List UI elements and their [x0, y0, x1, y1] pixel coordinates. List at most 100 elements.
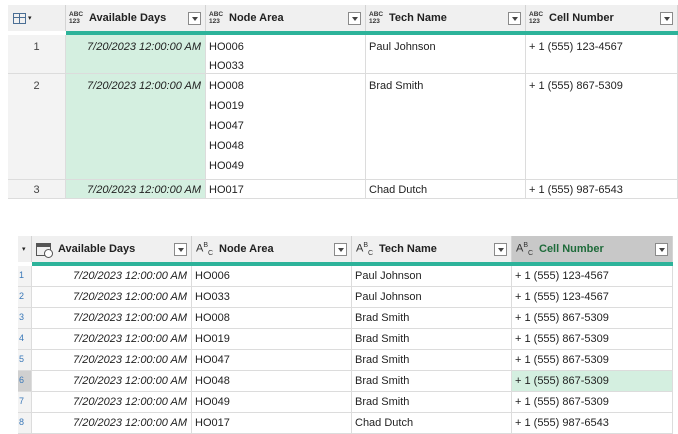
table-cell-tech[interactable]: Brad Smith	[352, 308, 512, 329]
table-menu-icon[interactable]	[13, 12, 26, 24]
table-cell-node[interactable]: HO047	[192, 350, 352, 371]
row-number-header[interactable]: ▾	[18, 236, 32, 262]
node-value: HO047	[209, 120, 244, 132]
column-header-available-days[interactable]: Available Days	[32, 236, 192, 262]
top-data-grid: ▾ ABC 123 Available Days ABC 123 Node Ar…	[8, 5, 678, 199]
filter-dropdown-icon[interactable]	[188, 11, 201, 25]
node-value: HO008	[209, 80, 244, 92]
table-cell-tech[interactable]: Chad Dutch	[366, 180, 526, 199]
row-number-header[interactable]: ▾	[8, 5, 66, 31]
row-number[interactable]: 4	[18, 329, 32, 350]
table-cell-node[interactable]: HO049	[192, 392, 352, 413]
table-cell-phone[interactable]: + 1 (555) 867-5309	[512, 329, 673, 350]
table-cell-phone[interactable]: + 1 (555) 123-4567	[526, 35, 678, 74]
table-cell-phone[interactable]: + 1 (555) 867-5309	[512, 392, 673, 413]
column-label: Available Days	[89, 12, 167, 24]
node-value: HO048	[209, 140, 244, 152]
column-label: Available Days	[58, 243, 136, 255]
table-cell-tech[interactable]: Chad Dutch	[352, 413, 512, 434]
table-cell-tech[interactable]: Brad Smith	[366, 74, 526, 180]
row-number[interactable]: 2	[18, 287, 32, 308]
column-header-tech-name[interactable]: ABC Tech Name	[352, 236, 512, 262]
table-cell-node[interactable]: HO008	[192, 308, 352, 329]
column-header-available-days[interactable]: ABC 123 Available Days	[66, 5, 206, 31]
table-cell-date[interactable]: 7/20/2023 12:00:00 AM	[32, 308, 192, 329]
node-value: HO019	[209, 100, 244, 112]
text-type-icon[interactable]: ABC	[516, 242, 536, 257]
table-cell-node[interactable]: HO048	[192, 371, 352, 392]
table-cell-node[interactable]: HO017	[192, 413, 352, 434]
text-type-icon[interactable]: ABC	[356, 242, 376, 257]
any-type-icon[interactable]: ABC 123	[69, 11, 86, 25]
table-cell-date[interactable]: 7/20/2023 12:00:00 AM	[66, 180, 206, 199]
column-label: Node Area	[229, 12, 284, 24]
table-cell-phone[interactable]: + 1 (555) 123-4567	[512, 287, 673, 308]
column-header-cell-number[interactable]: ABC 123 Cell Number	[526, 5, 678, 31]
column-label: Tech Name	[389, 12, 447, 24]
any-type-icon[interactable]: ABC 123	[209, 11, 226, 25]
row-number[interactable]: 1	[8, 35, 66, 74]
table-cell-tech[interactable]: Paul Johnson	[352, 287, 512, 308]
table-cell-tech[interactable]: Paul Johnson	[366, 35, 526, 74]
filter-dropdown-icon[interactable]	[494, 242, 507, 256]
bottom-data-grid: ▾ Available Days ABC Node Area ABC Tech …	[18, 236, 673, 434]
table-cell-date[interactable]: 7/20/2023 12:00:00 AM	[32, 329, 192, 350]
table-cell-node[interactable]: HO019	[192, 329, 352, 350]
row-number[interactable]: 7	[18, 392, 32, 413]
table-cell-phone[interactable]: + 1 (555) 987-6543	[526, 180, 678, 199]
node-value: HO049	[209, 160, 244, 172]
row-number[interactable]: 1	[18, 266, 32, 287]
filter-dropdown-icon[interactable]	[660, 11, 673, 25]
column-header-node-area[interactable]: ABC Node Area	[192, 236, 352, 262]
table-cell-date[interactable]: 7/20/2023 12:00:00 AM	[66, 35, 206, 74]
text-type-icon[interactable]: ABC	[196, 242, 216, 257]
filter-dropdown-icon[interactable]	[348, 11, 361, 25]
row-number[interactable]: 5	[18, 350, 32, 371]
chevron-down-icon[interactable]: ▾	[22, 245, 26, 253]
any-type-icon[interactable]: ABC 123	[529, 11, 546, 25]
table-cell-node-list[interactable]: HO006 HO033	[206, 35, 366, 74]
row-number[interactable]: 3	[18, 308, 32, 329]
chevron-down-icon[interactable]: ▾	[28, 14, 32, 22]
filter-dropdown-icon[interactable]	[334, 242, 347, 256]
column-header-tech-name[interactable]: ABC 123 Tech Name	[366, 5, 526, 31]
table-cell-phone[interactable]: + 1 (555) 867-5309	[512, 371, 673, 392]
column-label: Node Area	[219, 243, 274, 255]
filter-dropdown-icon[interactable]	[508, 11, 521, 25]
table-cell-node-list[interactable]: HO008 HO019 HO047 HO048 HO049	[206, 74, 366, 180]
table-cell-date[interactable]: 7/20/2023 12:00:00 AM	[32, 392, 192, 413]
row-number[interactable]: 8	[18, 413, 32, 434]
table-cell-date[interactable]: 7/20/2023 12:00:00 AM	[32, 371, 192, 392]
table-cell-node[interactable]: HO033	[192, 287, 352, 308]
table-cell-tech[interactable]: Paul Johnson	[352, 266, 512, 287]
row-number[interactable]: 2	[8, 74, 66, 180]
table-cell-phone[interactable]: + 1 (555) 867-5309	[512, 308, 673, 329]
table-cell-date[interactable]: 7/20/2023 12:00:00 AM	[32, 350, 192, 371]
column-header-cell-number[interactable]: ABC Cell Number	[512, 236, 673, 262]
table-cell-date[interactable]: 7/20/2023 12:00:00 AM	[32, 287, 192, 308]
table-cell-tech[interactable]: Brad Smith	[352, 350, 512, 371]
table-cell-phone[interactable]: + 1 (555) 123-4567	[512, 266, 673, 287]
table-cell-date[interactable]: 7/20/2023 12:00:00 AM	[32, 266, 192, 287]
filter-dropdown-icon[interactable]	[174, 242, 187, 256]
table-cell-tech[interactable]: Brad Smith	[352, 329, 512, 350]
row-number[interactable]: 3	[8, 180, 66, 199]
column-label: Tech Name	[379, 243, 437, 255]
table-cell-node-list[interactable]: HO017	[206, 180, 366, 199]
table-cell-tech[interactable]: Brad Smith	[352, 392, 512, 413]
table-cell-node[interactable]: HO006	[192, 266, 352, 287]
table-cell-phone[interactable]: + 1 (555) 867-5309	[512, 350, 673, 371]
column-label: Cell Number	[539, 243, 604, 255]
table-cell-date[interactable]: 7/20/2023 12:00:00 AM	[66, 74, 206, 180]
row-number[interactable]: 6	[18, 371, 32, 392]
column-header-node-area[interactable]: ABC 123 Node Area	[206, 5, 366, 31]
calendar-clock-icon[interactable]	[36, 242, 53, 258]
table-cell-date[interactable]: 7/20/2023 12:00:00 AM	[32, 413, 192, 434]
table-cell-phone[interactable]: + 1 (555) 867-5309	[526, 74, 678, 180]
any-type-icon[interactable]: ABC 123	[369, 11, 386, 25]
table-cell-tech[interactable]: Brad Smith	[352, 371, 512, 392]
filter-dropdown-icon[interactable]	[655, 242, 668, 256]
node-value: HO006	[209, 41, 244, 53]
table-cell-phone[interactable]: + 1 (555) 987-6543	[512, 413, 673, 434]
node-value: HO033	[209, 60, 244, 72]
